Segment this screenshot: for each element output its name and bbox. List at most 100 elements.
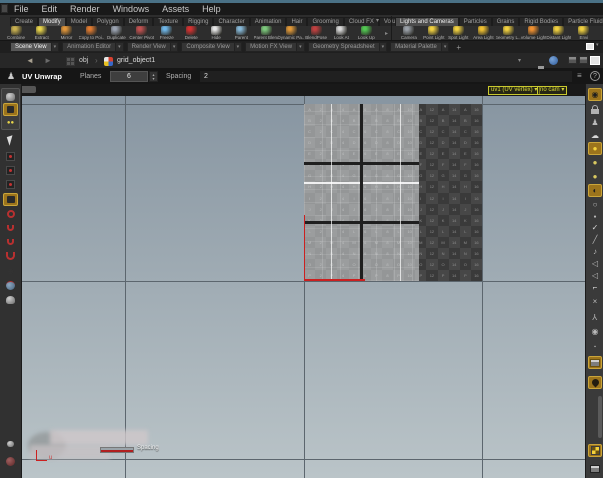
- shelf-tab-lights-cameras[interactable]: Lights and Cameras: [395, 17, 459, 26]
- handles-tool-icon[interactable]: ●●: [3, 116, 18, 129]
- pane-tab-render-view[interactable]: Render View▾: [127, 42, 179, 52]
- pane-tab-material-palette[interactable]: Material Palette▾: [390, 42, 449, 52]
- menu-help[interactable]: Help: [202, 3, 221, 15]
- shelf-tab-cloudfx[interactable]: Cloud FX: [344, 17, 379, 26]
- select-edges-icon[interactable]: [3, 164, 18, 177]
- shelf-dropdown-icon[interactable]: ▾: [376, 17, 379, 24]
- select-arrow-icon[interactable]: [3, 134, 18, 147]
- tool-geometry-light[interactable]: Geometry L...: [496, 26, 521, 41]
- expand-view-icon[interactable]: ×: [588, 295, 602, 308]
- menu-assets[interactable]: Assets: [162, 3, 189, 15]
- shelf-tab-hair[interactable]: Hair: [286, 17, 307, 26]
- pane-tab-dropdown-icon[interactable]: ▾: [116, 42, 124, 52]
- planes-stepper[interactable]: ▴ ▾: [149, 71, 158, 82]
- render-region-icon[interactable]: [579, 56, 588, 64]
- tool-environment-light[interactable]: Envi: [571, 26, 596, 41]
- move-tool-icon[interactable]: [3, 103, 18, 116]
- planes-field[interactable]: 6: [110, 71, 148, 82]
- shelf-tab-particle-fluids[interactable]: Particle Fluids: [563, 17, 603, 26]
- hide-other-objects-icon[interactable]: ◉: [588, 88, 602, 101]
- construction-plane-icon[interactable]: ⊕: [3, 265, 18, 278]
- grid-snap-icon[interactable]: [588, 444, 602, 457]
- view-tool-icon[interactable]: [3, 90, 18, 103]
- shelf-tab-grains[interactable]: Grains: [492, 17, 520, 26]
- parm-list-icon[interactable]: ≡: [577, 71, 582, 80]
- uv-attribute-selector[interactable]: uv1 (UV vertex) ▾: [488, 86, 540, 95]
- tool-dynamic-parent[interactable]: Dynamic Pa...: [279, 26, 304, 41]
- hud-spacing-slider[interactable]: [100, 447, 134, 453]
- shelf-tab-polygon[interactable]: Polygon: [92, 17, 124, 26]
- spin-down-icon[interactable]: ▾: [152, 77, 154, 81]
- tool-camera[interactable]: Camera: [396, 26, 421, 41]
- select-points-icon[interactable]: [3, 150, 18, 163]
- shelf-tab-model[interactable]: Model: [66, 17, 92, 26]
- high-quality-lighting-icon[interactable]: ●: [588, 170, 602, 183]
- lasso-select-icon[interactable]: [3, 207, 18, 220]
- pane-tab-dropdown-icon[interactable]: ▾: [171, 42, 179, 52]
- menu-file[interactable]: File: [14, 3, 29, 15]
- toolbar-scrollbar[interactable]: [598, 396, 602, 438]
- corner-ruler-icon[interactable]: ⌐: [588, 281, 602, 294]
- tool-copy-to-points[interactable]: Copy to Poi...: [79, 26, 104, 41]
- pane-tab-scene-view[interactable]: Scene View▾: [10, 42, 59, 52]
- pane-tab-add-icon[interactable]: +: [456, 43, 461, 52]
- camera-selector[interactable]: no cam ▾: [537, 86, 567, 95]
- tool-point-light[interactable]: Point Light: [421, 26, 446, 41]
- shelf-tab-rigging[interactable]: Rigging: [183, 17, 213, 26]
- ghost-objects-icon[interactable]: ♟: [588, 116, 602, 129]
- pane-tab-dropdown-icon[interactable]: ▾: [52, 42, 60, 52]
- tool-hide[interactable]: Hide: [204, 26, 229, 41]
- tool-parent[interactable]: Parent: [229, 26, 254, 41]
- cloud-icon[interactable]: ☁: [588, 129, 602, 142]
- spacing-field[interactable]: 2: [200, 71, 572, 82]
- pane-menu-icon[interactable]: ▾: [596, 42, 599, 48]
- pane-maximize-icon[interactable]: [586, 43, 594, 50]
- maximize-viewport-icon[interactable]: [590, 56, 600, 65]
- snapshot-camera-icon[interactable]: [568, 56, 577, 64]
- breadcrumb-node[interactable]: grid_object1: [117, 57, 155, 64]
- shelf-tab-particles[interactable]: Particles: [459, 17, 492, 26]
- panel-handle-icon[interactable]: [1, 4, 8, 13]
- snap-globe-icon[interactable]: [3, 279, 18, 292]
- paint-tool-icon[interactable]: [3, 437, 18, 450]
- pin-view-icon[interactable]: [588, 376, 602, 389]
- forward-icon[interactable]: ►: [44, 53, 52, 69]
- shelf-more-icon[interactable]: ▸: [385, 30, 388, 37]
- tool-extract[interactable]: Extract: [29, 26, 54, 41]
- headlight-icon[interactable]: ●: [588, 142, 602, 155]
- pane-tab-composite-view[interactable]: Composite View▾: [181, 42, 242, 52]
- help-icon[interactable]: ?: [590, 71, 600, 81]
- shading-mode-icon[interactable]: ◐: [588, 184, 602, 197]
- active-uv-tool-icon[interactable]: [3, 193, 18, 206]
- select-primitives-icon[interactable]: [3, 178, 18, 191]
- pane-tab-geometry-spreadsheet[interactable]: Geometry Spreadsheet▾: [308, 42, 388, 52]
- tool-look-up[interactable]: Look Up: [354, 26, 379, 41]
- pane-tab-dropdown-icon[interactable]: ▾: [442, 42, 450, 52]
- network-globe-icon[interactable]: [549, 56, 558, 65]
- shelf-tab-rigid-bodies[interactable]: Rigid Bodies: [519, 17, 563, 26]
- path-dropdown-icon[interactable]: ▾: [518, 57, 521, 64]
- pane-tab-dropdown-icon[interactable]: ▾: [235, 42, 243, 52]
- tool-blendpose[interactable]: BlendPose: [304, 26, 329, 41]
- menu-edit[interactable]: Edit: [42, 3, 58, 15]
- hand-tool-icon[interactable]: [3, 293, 18, 306]
- menu-windows[interactable]: Windows: [113, 3, 150, 15]
- fork-icon[interactable]: Y: [588, 310, 602, 323]
- tool-freeze[interactable]: Freeze: [154, 26, 179, 41]
- tool-delete[interactable]: Delete: [179, 26, 204, 41]
- tiny-marker-icon[interactable]: ▪: [588, 340, 602, 353]
- back-icon[interactable]: ◄: [26, 53, 34, 69]
- pane-tab-animation-editor[interactable]: Animation Editor▾: [62, 42, 124, 52]
- shelf-tab-grooming[interactable]: Grooming: [307, 17, 343, 26]
- tool-parent-blend[interactable]: Parent Blend: [254, 26, 279, 41]
- tool-volume-light[interactable]: Volume Light: [521, 26, 546, 41]
- tool-duplicate[interactable]: Duplicate: [104, 26, 129, 41]
- tool-area-light[interactable]: Area Light: [471, 26, 496, 41]
- pane-tab-motion-fx-view[interactable]: Motion FX View▾: [245, 42, 304, 52]
- tool-look-at[interactable]: Look At: [329, 26, 354, 41]
- world-sphere-icon[interactable]: [3, 455, 18, 468]
- normal-lighting-icon[interactable]: ●: [588, 156, 602, 169]
- snap-edges-icon[interactable]: [3, 235, 18, 248]
- tool-center-pivot[interactable]: Center Pivot: [129, 26, 154, 41]
- tool-distant-light[interactable]: Distant Light: [546, 26, 571, 41]
